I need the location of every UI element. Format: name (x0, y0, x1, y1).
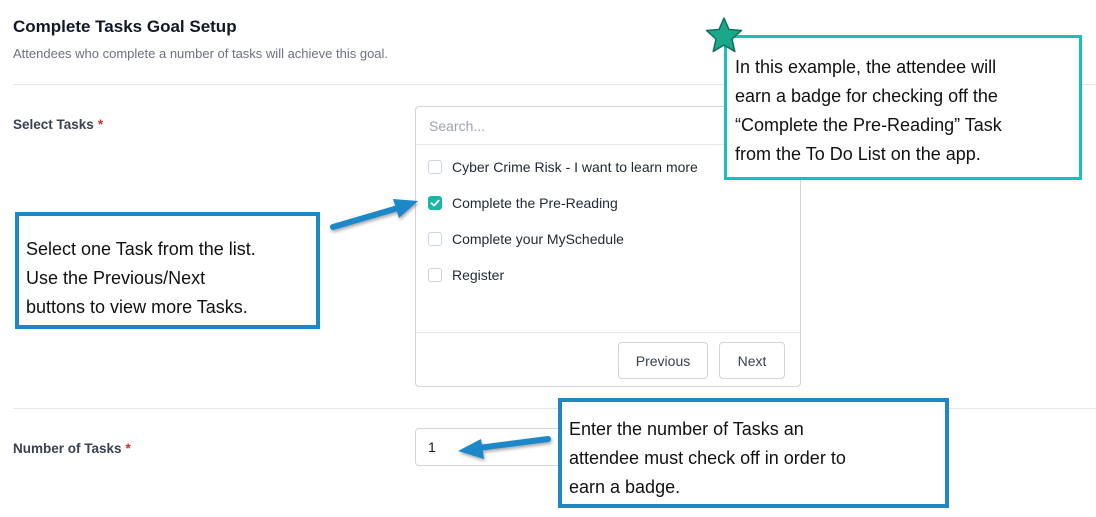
callout-line: from the To Do List on the app. (735, 144, 981, 164)
callout-line: “Complete the Pre-Reading” Task (735, 115, 1002, 135)
example-callout: In this example, the attendee will earn … (724, 35, 1082, 180)
arrow-to-checked-task (330, 199, 418, 230)
callout-line: attendee must check off in order to (569, 448, 846, 468)
number-of-tasks-callout: Enter the number of Tasks an attendee mu… (558, 398, 949, 508)
callout-line: Enter the number of Tasks an (569, 419, 804, 439)
callout-line: buttons to view more Tasks. (26, 297, 248, 317)
callout-line: Select one Task from the list. (26, 239, 256, 259)
callout-line: Use the Previous/Next (26, 268, 206, 288)
callout-line: earn a badge. (569, 477, 681, 497)
callout-line: In this example, the attendee will (735, 57, 997, 77)
select-task-callout: Select one Task from the list. Use the P… (15, 212, 320, 329)
callout-line: earn a badge for checking off the (735, 86, 998, 106)
arrow-to-number-input (458, 436, 551, 459)
star-icon (705, 17, 743, 53)
